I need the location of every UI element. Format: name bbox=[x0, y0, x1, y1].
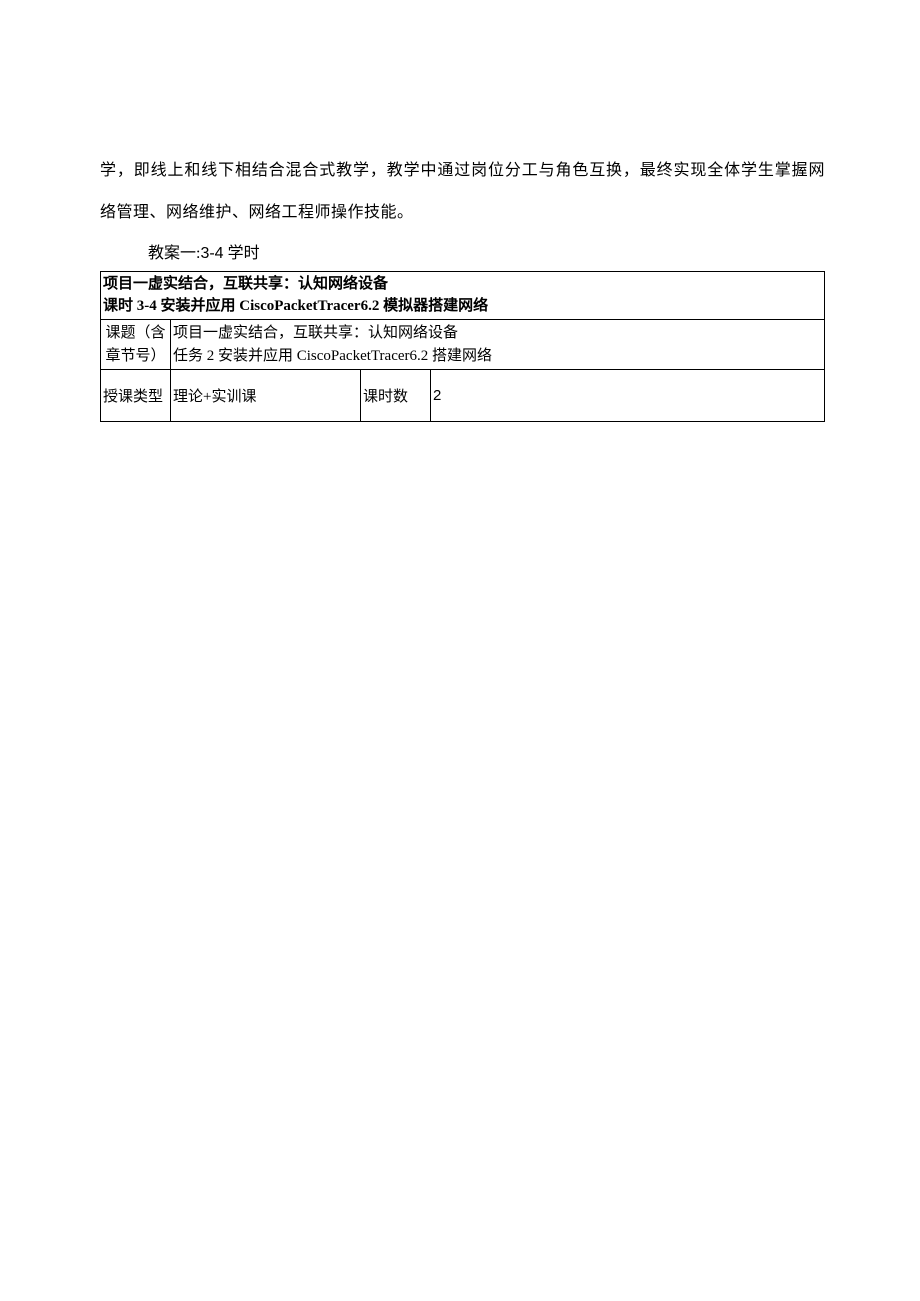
header-line-2: 课时 3-4 安装并应用 CiscoPacketTracer6.2 模拟器搭建网… bbox=[103, 296, 822, 318]
header-line-1: 项目一虚实结合，互联共享：认知网络设备 bbox=[103, 274, 822, 296]
type-row: 授课类型 理论+实训课 课时数 2 bbox=[101, 370, 825, 422]
topic-label-cell: 课题（含章节号） bbox=[101, 320, 171, 370]
document-page: 学，即线上和线下相结合混合式教学，教学中通过岗位分工与角色互换，最终实现全体学生… bbox=[0, 0, 920, 422]
topic-line-2: 任务 2 安装并应用 CiscoPacketTracer6.2 搭建网络 bbox=[173, 348, 492, 364]
intro-paragraph: 学，即线上和线下相结合混合式教学，教学中通过岗位分工与角色互换，最终实现全体学生… bbox=[100, 150, 825, 233]
hours-value-cell: 2 bbox=[431, 370, 825, 422]
heading-suffix: 学时 bbox=[224, 245, 260, 262]
topic-line-1: 项目一虚实结合，互联共享：认知网络设备 bbox=[173, 325, 458, 341]
lesson-plan-heading: 教案一:3-4 学时 bbox=[148, 241, 825, 267]
topic-value-cell: 项目一虚实结合，互联共享：认知网络设备 任务 2 安装并应用 CiscoPack… bbox=[171, 320, 825, 370]
type-value-cell: 理论+实训课 bbox=[171, 370, 361, 422]
topic-row: 课题（含章节号） 项目一虚实结合，互联共享：认知网络设备 任务 2 安装并应用 … bbox=[101, 320, 825, 370]
lesson-table: 项目一虚实结合，互联共享：认知网络设备 课时 3-4 安装并应用 CiscoPa… bbox=[100, 271, 825, 423]
type-label-cell: 授课类型 bbox=[101, 370, 171, 422]
heading-prefix: 教案一: bbox=[148, 245, 200, 262]
hours-label-cell: 课时数 bbox=[361, 370, 431, 422]
table-header-row: 项目一虚实结合，互联共享：认知网络设备 课时 3-4 安装并应用 CiscoPa… bbox=[101, 271, 825, 320]
table-header-cell: 项目一虚实结合，互联共享：认知网络设备 课时 3-4 安装并应用 CiscoPa… bbox=[101, 271, 825, 320]
heading-number: 3-4 bbox=[200, 245, 223, 262]
